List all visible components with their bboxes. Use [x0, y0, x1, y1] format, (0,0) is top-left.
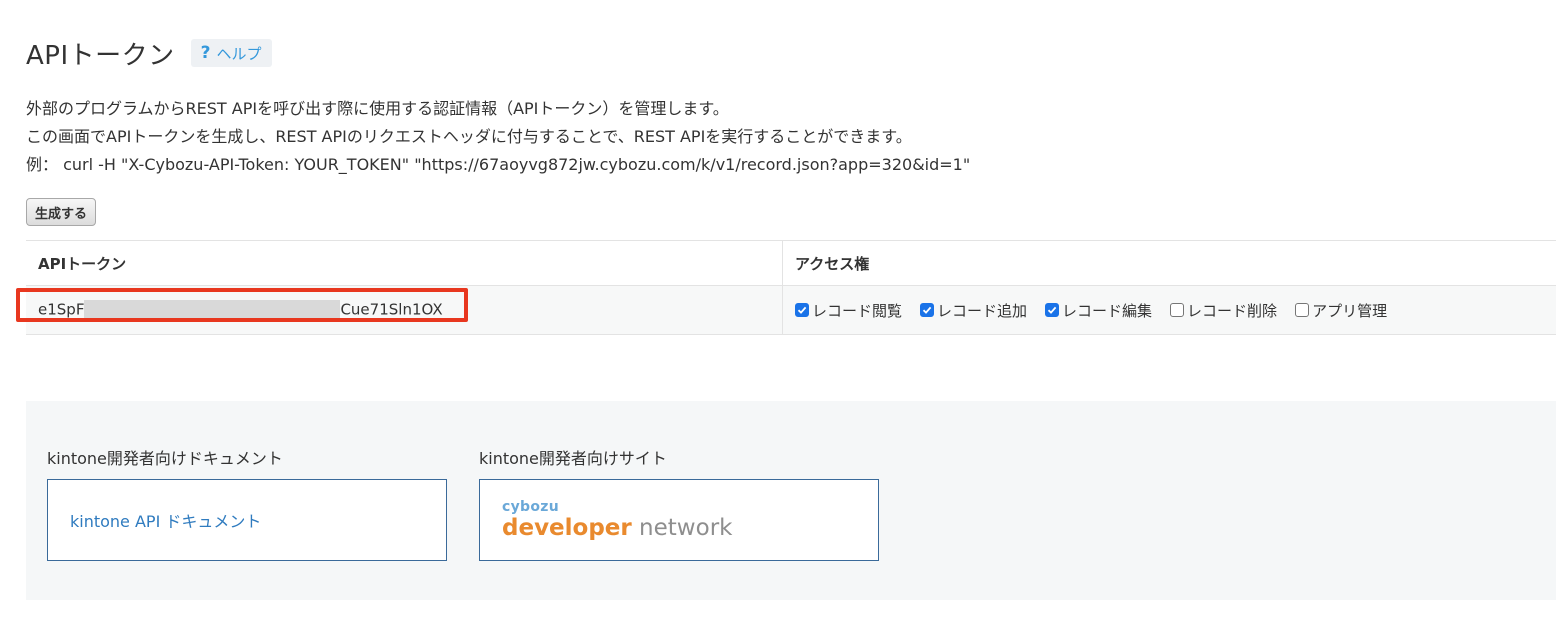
developer-network-link[interactable]: cybozu developer network — [479, 479, 879, 561]
token-redaction — [84, 300, 341, 320]
table-header: APIトークン アクセス権 — [26, 241, 1556, 286]
permission-label: レコード削除 — [1187, 301, 1278, 320]
question-icon: ? — [200, 43, 211, 63]
logo-network: network — [631, 515, 733, 541]
logo-developer: developer — [502, 515, 632, 541]
permission-label: レコード閲覧 — [812, 301, 903, 320]
permission-label: レコード追加 — [937, 301, 1028, 320]
header-access: アクセス権 — [795, 254, 870, 273]
token-prefix: e1SpF — [38, 300, 85, 319]
checkbox-unchecked-icon[interactable] — [1295, 303, 1310, 317]
permission-record-edit[interactable]: レコード編集 — [1045, 300, 1152, 321]
token-value: e1SpF Cue71Sln1OX — [38, 300, 443, 320]
logo-wordmark: developer network — [502, 517, 732, 540]
token-cell-container: e1SpF Cue71Sln1OX — [26, 286, 783, 334]
table-row: e1SpF Cue71Sln1OX レコード閲覧 レコード追加 レコード編集 レ… — [26, 286, 1556, 334]
header-api-token: APIトークン — [26, 241, 783, 285]
site-section: kintone開発者向けサイト cybozu developer network — [479, 445, 879, 561]
site-heading: kintone開発者向けサイト — [479, 449, 667, 468]
docs-heading: kintone開発者向けドキュメント — [47, 449, 283, 468]
token-suffix: Cue71Sln1OX — [340, 300, 443, 319]
description-example: 例： curl -H "X-Cybozu-API-Token: YOUR_TOK… — [26, 155, 971, 174]
checkbox-checked-icon[interactable] — [1045, 303, 1060, 317]
checkbox-checked-icon[interactable] — [920, 303, 935, 317]
description: 外部のプログラムからREST APIを呼び出す際に使用する認証情報（APIトーク… — [26, 95, 970, 179]
help-label: ヘルプ — [216, 44, 262, 63]
permission-record-view[interactable]: レコード閲覧 — [795, 300, 902, 321]
logo-cybozu: cybozu — [502, 499, 559, 515]
description-line-1: 外部のプログラムからREST APIを呼び出す際に使用する認証情報（APIトーク… — [26, 99, 729, 118]
permission-label: レコード編集 — [1062, 301, 1153, 320]
permission-label: アプリ管理 — [1312, 301, 1388, 320]
cybozu-developer-network-logo: cybozu developer network — [502, 500, 732, 540]
description-line-2: この画面でAPIトークンを生成し、REST APIのリクエストヘッダに付与するこ… — [26, 127, 912, 146]
access-cell: レコード閲覧 レコード追加 レコード編集 レコード削除 アプリ管理 — [783, 286, 1556, 334]
docs-link[interactable]: kintone API ドキュメント — [70, 508, 261, 532]
help-button[interactable]: ? ヘルプ — [190, 39, 272, 67]
page-title: APIトークン — [26, 40, 175, 71]
permission-app-admin[interactable]: アプリ管理 — [1295, 300, 1387, 321]
api-token-page: APIトークン ? ヘルプ 外部のプログラムからREST APIを呼び出す際に使… — [0, 0, 1556, 620]
developer-panel: kintone開発者向けドキュメント kintone API ドキュメント ki… — [26, 401, 1556, 600]
token-table: APIトークン アクセス権 e1SpF Cue71Sln1OX レコード閲覧 レコ… — [26, 240, 1556, 335]
checkbox-unchecked-icon[interactable] — [1170, 303, 1185, 317]
checkbox-checked-icon[interactable] — [795, 303, 809, 317]
generate-button[interactable]: 生成する — [26, 198, 97, 226]
permission-record-delete[interactable]: レコード削除 — [1170, 300, 1277, 321]
title-row: APIトークン ? ヘルプ — [26, 36, 272, 71]
docs-section: kintone開発者向けドキュメント kintone API ドキュメント — [47, 445, 447, 561]
permission-record-add[interactable]: レコード追加 — [920, 300, 1027, 321]
docs-link-box[interactable]: kintone API ドキュメント — [47, 479, 447, 561]
permission-list: レコード閲覧 レコード追加 レコード編集 レコード削除 アプリ管理 — [795, 300, 1405, 321]
